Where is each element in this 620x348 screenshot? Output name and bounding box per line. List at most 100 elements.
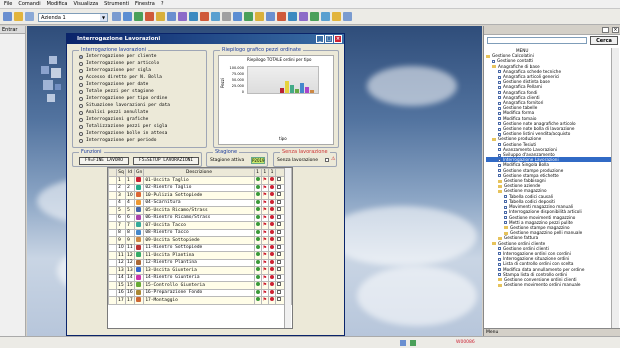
option-articolo[interactable]: Interrogazione per articolo — [79, 61, 159, 66]
tool-icon-4[interactable] — [145, 12, 154, 21]
radio-icon[interactable] — [79, 117, 83, 122]
table-row[interactable]: 14 14 14-Rientro Giunteria ⚑ — [108, 273, 292, 282]
company-select[interactable]: Azienda 1 ▼ — [38, 13, 108, 22]
radio-icon[interactable] — [79, 68, 83, 73]
row-check[interactable] — [277, 274, 281, 279]
option-tipo-ordine[interactable]: Interrogazione per tipo ordine — [79, 96, 167, 101]
row-check[interactable] — [277, 207, 281, 212]
menu-item-strumenti[interactable]: Strumenti — [104, 1, 129, 7]
menu-tab[interactable]: Menu — [486, 330, 498, 335]
table-scrollbar[interactable] — [284, 168, 291, 328]
menu-item-visualizza[interactable]: Visualizza — [74, 1, 99, 7]
table-row[interactable]: 11 12 11-Uscita Plantina ⚑ — [108, 251, 292, 260]
menu-item-file[interactable]: File — [4, 1, 12, 7]
fine-lavoro-button[interactable]: F9=FINE LAVORO — [79, 157, 129, 165]
table-row[interactable]: 6 6 06-Rientro Ricamo/Strass ⚑ — [108, 213, 292, 222]
help-icon[interactable] — [343, 12, 352, 21]
tool-icon-16[interactable] — [277, 12, 286, 21]
table-row[interactable]: 9 9 09-Uscita Sottopiede ⚑ — [108, 236, 292, 245]
row-check[interactable] — [277, 289, 281, 294]
table-row[interactable]: 7 7 07-Uscita Tacco ⚑ — [108, 221, 292, 230]
table-row[interactable]: 3 10 10-Pulizia Sottopiede ⚑ — [108, 191, 292, 200]
restore-icon[interactable] — [602, 27, 609, 33]
option-periodo[interactable]: Interrogazione per periodo — [79, 138, 156, 143]
tool-icon-14[interactable] — [255, 12, 264, 21]
row-check[interactable] — [277, 214, 281, 219]
open-icon[interactable] — [14, 12, 23, 21]
row-check[interactable] — [277, 259, 281, 264]
menu-item-comandi[interactable]: Comandi — [18, 1, 40, 7]
radio-icon[interactable] — [79, 54, 83, 59]
tool-icon-21[interactable] — [332, 12, 341, 21]
row-check[interactable] — [277, 252, 281, 257]
option-bolla[interactable]: Accesso diretto per N. Bolla — [79, 75, 162, 80]
row-check[interactable] — [277, 229, 281, 234]
maximize-icon[interactable]: □ — [325, 35, 333, 43]
chart-area[interactable]: Riepilogo TOTALE ordini per tipo Pezzi 1… — [218, 55, 334, 145]
table-row[interactable]: 13 13 13-Uscita Giunteria ⚑ — [108, 266, 292, 275]
row-check[interactable] — [277, 297, 281, 302]
option-annullate[interactable]: Analisi pezzi annullate — [79, 110, 148, 115]
radio-icon[interactable] — [79, 61, 83, 66]
tool-icon-17[interactable] — [288, 12, 297, 21]
radio-icon[interactable] — [79, 103, 83, 108]
menu-item-[interactable]: ? — [161, 1, 164, 7]
tool-icon-12[interactable] — [233, 12, 242, 21]
stagione-value[interactable]: P2019 — [251, 157, 265, 164]
table-row[interactable]: 8 8 08-Rientro Tacco ⚑ — [108, 228, 292, 237]
tool-icon-18[interactable] — [299, 12, 308, 21]
menu-tree[interactable]: MENU Gestione Calcolatini Gestione contatt… — [486, 48, 611, 328]
table-row[interactable]: 10 11 11-Rientro Sottopiede ⚑ — [108, 243, 292, 252]
radio-icon[interactable] — [79, 138, 83, 143]
option-totalizzazione[interactable]: Totalizzazione pezzi per sigla — [79, 124, 167, 129]
option-date[interactable]: Interrogazione per date — [79, 82, 148, 87]
row-check[interactable] — [277, 237, 281, 242]
row-check[interactable] — [277, 244, 281, 249]
menu-scrollbar[interactable] — [611, 48, 619, 328]
menu-search-input[interactable] — [487, 37, 587, 44]
row-check[interactable] — [277, 267, 281, 272]
table-row[interactable]: 16 16 16-Preparazione Fondo ⚑ — [108, 288, 292, 297]
close-icon[interactable]: × — [334, 35, 342, 43]
tool-icon-3[interactable] — [134, 12, 143, 21]
option-sigla[interactable]: Interrogazione per sigla — [79, 68, 151, 73]
radio-icon[interactable] — [79, 110, 83, 115]
radio-icon[interactable] — [79, 96, 83, 101]
row-check[interactable] — [277, 184, 281, 189]
row-check[interactable] — [277, 222, 281, 227]
close-pane-icon[interactable]: × — [612, 27, 619, 33]
row-check[interactable] — [277, 177, 281, 182]
cerca-button[interactable]: Cerca — [590, 36, 618, 45]
option-situazione[interactable]: Situazione lavorazioni per data — [79, 103, 170, 108]
lavorazioni-table[interactable]: Sq Id Gn Descrizione 1 1 1 1 1 01-Uscita T… — [107, 167, 293, 329]
option-attesa[interactable]: Interrogazione bolle in attesa — [79, 131, 167, 136]
option-cliente[interactable]: Interrogazione per cliente — [79, 54, 156, 59]
menu-item-finestra[interactable]: Finestra — [135, 1, 155, 7]
table-row[interactable]: 15 15 15-Controllo Giunteria ⚑ — [108, 281, 292, 290]
col-header-1[interactable]: 1 — [253, 168, 262, 177]
chevron-down-icon[interactable]: ▼ — [100, 14, 107, 21]
radio-icon[interactable] — [79, 131, 83, 136]
row-check[interactable] — [277, 199, 281, 204]
tool-icon-6[interactable] — [167, 12, 176, 21]
row-check[interactable] — [277, 192, 281, 197]
tool-icon-20[interactable] — [321, 12, 330, 21]
radio-icon[interactable] — [79, 82, 83, 87]
table-row[interactable]: 5 5 05-Uscita Ricamo/Strass ⚑ — [108, 206, 292, 215]
tool-icon-8[interactable] — [189, 12, 198, 21]
tool-icon-13[interactable] — [244, 12, 253, 21]
tool-icon-2[interactable] — [123, 12, 132, 21]
table-row[interactable]: 2 2 02-Rientro Taglio ⚑ — [108, 183, 292, 192]
tool-icon-9[interactable] — [200, 12, 209, 21]
col-header-2[interactable]: 1 — [260, 168, 270, 177]
table-row[interactable]: 12 12 12-Rientro Plantina ⚑ — [108, 258, 292, 267]
tool-icon-10[interactable] — [211, 12, 220, 21]
table-row[interactable]: 1 1 01-Uscita Taglio ⚑ — [108, 176, 292, 185]
table-row[interactable]: 17 17 17-Montaggio ⚑ — [108, 296, 292, 305]
option-grafiche[interactable]: Interrogazioni grafiche — [79, 117, 148, 122]
tool-icon-11[interactable] — [222, 12, 231, 21]
tool-icon-1[interactable] — [112, 12, 121, 21]
tool-icon-19[interactable] — [310, 12, 319, 21]
option-stagione[interactable]: Totale pezzi per stagione — [79, 89, 154, 94]
tool-icon-15[interactable] — [266, 12, 275, 21]
